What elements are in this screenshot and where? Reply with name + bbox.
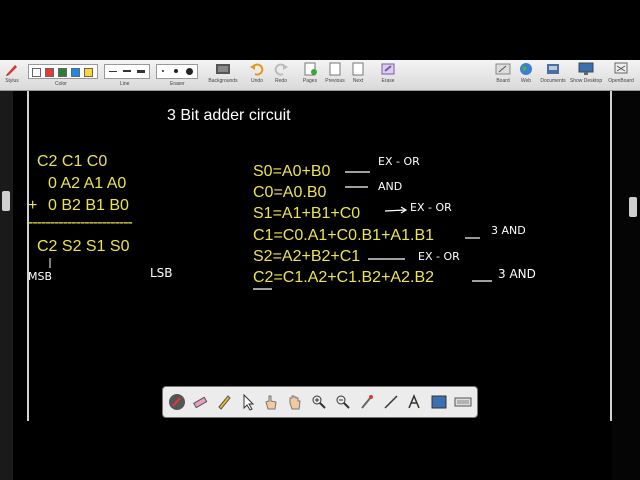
laser-icon[interactable]: [358, 393, 376, 411]
zoom-in-icon[interactable]: [310, 393, 328, 411]
note-s2-exor: EX - OR: [418, 250, 460, 263]
line-label: Line: [120, 81, 130, 87]
web-label: Web: [520, 78, 532, 84]
toolbar: Stylus Color Line Eraser Backgrounds Und…: [0, 60, 640, 91]
keyboard-icon[interactable]: [454, 393, 472, 411]
lsb-annotation: LSB: [150, 266, 173, 280]
capture-icon[interactable]: [430, 393, 448, 411]
color-swatch-green[interactable]: [58, 68, 67, 77]
erase-annotations-icon: [381, 63, 395, 75]
plus-sign: +: [28, 197, 38, 214]
msb-annotation: MSB: [28, 270, 53, 283]
note-c1-3and: 3 AND: [491, 224, 526, 237]
eraser-small-icon[interactable]: [162, 70, 164, 72]
desktop-icon: [578, 62, 594, 75]
addend-a-row: 0 A2 A1 A0: [48, 175, 127, 192]
stylus-icon: [6, 65, 17, 76]
openboard-label: OpenBoard: [608, 78, 634, 84]
board-label: Board: [496, 78, 510, 84]
line-icon[interactable]: [382, 393, 400, 411]
note-c0-and: AND: [378, 180, 403, 193]
redo-icon: [274, 63, 288, 76]
documents-button[interactable]: Documents: [538, 62, 568, 89]
add-page-icon: [304, 62, 317, 76]
openboard-menu-button[interactable]: OpenBoard: [604, 62, 638, 89]
board-title: 3 Bit adder circuit: [167, 107, 291, 124]
right-panel-handle[interactable]: [629, 197, 637, 217]
pointer-icon[interactable]: [239, 393, 257, 411]
eraser-large-icon[interactable]: [186, 68, 193, 75]
erase-label: Erase: [381, 78, 395, 84]
eraser-icon[interactable]: [191, 393, 209, 411]
color-swatch-red[interactable]: [45, 68, 54, 77]
board-left-border: [27, 91, 29, 421]
marker-icon[interactable]: [215, 393, 233, 411]
equation-s0: S0=A0+B0: [253, 163, 331, 180]
previous-label: Previous: [325, 78, 345, 84]
undo-label: Undo: [251, 78, 263, 84]
backgrounds-label: Backgrounds: [208, 78, 238, 84]
color-label: Color: [55, 81, 67, 87]
eraser-medium-icon[interactable]: [174, 69, 178, 73]
equation-c0: C0=A0.B0: [253, 184, 327, 201]
addend-b-row: 0 B2 B1 B0: [48, 197, 129, 214]
line-medium-icon[interactable]: [123, 70, 131, 72]
documents-icon: [547, 64, 559, 74]
right-panel-edge: [612, 91, 640, 480]
sum-row: C2 S2 S1 S0: [37, 238, 130, 255]
redo-button[interactable]: Redo: [270, 62, 292, 89]
eraser-label: Eraser: [170, 81, 185, 87]
color-swatches: [28, 64, 98, 79]
text-icon[interactable]: [406, 393, 424, 411]
carry-row: C2 C1 C0: [37, 153, 108, 170]
hand-icon[interactable]: [286, 393, 304, 411]
pages-button[interactable]: Pages: [298, 62, 322, 89]
undo-icon: [250, 63, 264, 76]
hand-pointer-icon[interactable]: [262, 393, 280, 411]
note-s0-exor: EX - OR: [378, 155, 420, 168]
stylus-label: Stylus: [5, 78, 19, 84]
pages-label: Pages: [302, 78, 318, 84]
color-swatch-yellow[interactable]: [84, 68, 93, 77]
backgrounds-button[interactable]: Backgrounds: [204, 62, 242, 89]
next-page-icon: [352, 62, 364, 76]
erase-button[interactable]: Erase: [378, 62, 398, 89]
eraser-size-picker[interactable]: [156, 64, 198, 79]
note-connector-lines: [345, 171, 492, 282]
web-button[interactable]: Web: [516, 62, 536, 89]
board-right-border: [610, 91, 612, 421]
msb-pointer-line: [49, 258, 51, 268]
show-desktop-button[interactable]: Show Desktop: [568, 62, 604, 89]
line-thick-icon[interactable]: [137, 70, 145, 73]
undo-button[interactable]: Undo: [246, 62, 268, 89]
note-s1-exor: EX - OR: [410, 201, 452, 214]
board-icon: [495, 63, 511, 75]
redo-label: Redo: [275, 78, 287, 84]
sum-divider: ------------------------: [28, 214, 133, 231]
color-swatch-blue[interactable]: [71, 68, 80, 77]
line-thin-icon[interactable]: [109, 71, 117, 72]
next-button[interactable]: Next: [348, 62, 368, 89]
documents-label: Documents: [540, 78, 566, 84]
zoom-out-icon[interactable]: [334, 393, 352, 411]
show-desktop-label: Show Desktop: [569, 78, 603, 84]
color-swatch-white[interactable]: [32, 68, 41, 77]
note-c2-3and: 3 AND: [498, 267, 536, 281]
board-button[interactable]: Board: [492, 62, 514, 89]
left-panel-handle[interactable]: [2, 191, 10, 211]
tool-palette: [162, 386, 478, 418]
stylus-button[interactable]: Stylus: [2, 62, 22, 89]
pen-icon[interactable]: [168, 393, 186, 411]
left-panel-edge: [0, 91, 13, 480]
line-width-picker[interactable]: [104, 64, 150, 79]
previous-page-icon: [329, 62, 341, 76]
next-label: Next: [352, 78, 364, 84]
c2-underline: [253, 288, 272, 290]
backgrounds-icon: [216, 64, 230, 74]
previous-button[interactable]: Previous: [322, 62, 348, 89]
globe-icon: [520, 63, 532, 75]
openboard-icon: [614, 62, 628, 74]
